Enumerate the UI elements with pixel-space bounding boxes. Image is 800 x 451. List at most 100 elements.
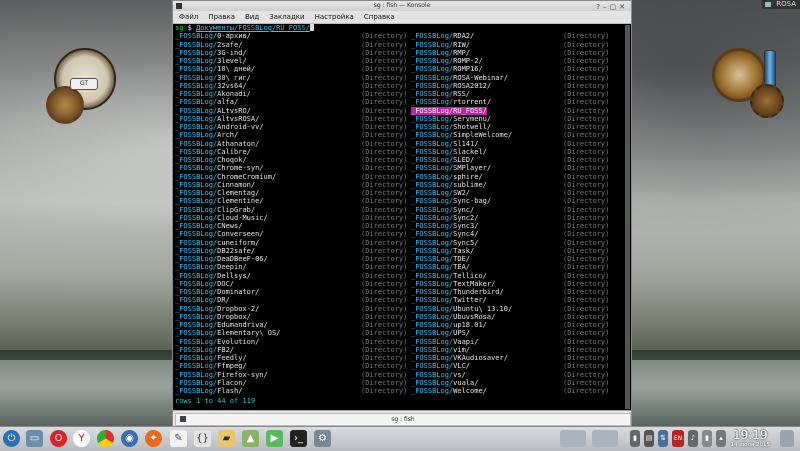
chromium-alt-icon[interactable]: ◉	[121, 430, 138, 447]
directory-entry[interactable]: _FOSSBLog/SimpleWelcome/ (Directory)	[411, 131, 609, 139]
scrollbar-thumb[interactable]	[625, 25, 630, 409]
keyboard-layout-icon[interactable]: EN	[672, 430, 684, 447]
directory-entry[interactable]: _FOSSBLog/UPS/ (Directory)	[411, 329, 609, 337]
directory-entry[interactable]: _FOSSBLog/Sync-bag/ (Directory)	[411, 197, 609, 205]
directory-entry[interactable]: _FOSSBLog/RIW/ (Directory)	[411, 41, 609, 49]
directory-entry[interactable]: _FOSSBLog/rtorrent/ (Directory)	[411, 98, 609, 106]
directory-entry[interactable]: _FOSSBLog/Deepin/ (Directory)	[175, 263, 407, 271]
directory-entry[interactable]: _FOSSBLog/ChromeCromium/ (Directory)	[175, 173, 407, 181]
directory-entry[interactable]: _FOSSBLog/Ffmpeg/ (Directory)	[175, 362, 407, 370]
directory-entry[interactable]: _FOSSBLog/alfa/ (Directory)	[175, 98, 407, 106]
directory-entry[interactable]: _FOSSBLog/Chrome-syn/ (Directory)	[175, 164, 407, 172]
battery-icon[interactable]: ▮	[702, 430, 712, 447]
directory-entry[interactable]: _FOSSBLog/Sync/ (Directory)	[411, 206, 609, 214]
menu-settings[interactable]: Настройка	[310, 11, 359, 23]
directory-entry[interactable]: _FOSSBLog/Welcome/ (Directory)	[411, 387, 609, 395]
directory-entry[interactable]: _FOSSBLog/Evolution/ (Directory)	[175, 338, 407, 346]
directory-entry[interactable]: _FOSSBLog/Elementary\ OS/ (Directory)	[175, 329, 407, 337]
directory-entry[interactable]: _FOSSBLog/SMPlayer/ (Directory)	[411, 164, 609, 172]
directory-entry[interactable]: _FOSSBLog/TDE/ (Directory)	[411, 255, 609, 263]
directory-entry[interactable]: _FOSSBLog/Dellsys/ (Directory)	[175, 272, 407, 280]
directory-entry[interactable]: _FOSSBLog/0-архив/ (Directory)	[175, 32, 407, 40]
directory-entry[interactable]: _FOSSBLog/Feedly/ (Directory)	[175, 354, 407, 362]
directory-entry[interactable]: _FOSSBLog/Flacon/ (Directory)	[175, 379, 407, 387]
directory-entry[interactable]: _FOSSBLog/TextMaker/ (Directory)	[411, 280, 609, 288]
media-icon[interactable]: ▶	[266, 430, 283, 447]
directory-entry[interactable]: _FOSSBLog/2safe/ (Directory)	[175, 41, 407, 49]
update-icon[interactable]: ⇅	[658, 430, 668, 447]
directory-entry[interactable]: _FOSSBLog/Shotwell/ (Directory)	[411, 123, 609, 131]
directory-entry[interactable]: _FOSSBLog/up18.01/ (Directory)	[411, 321, 609, 329]
directory-entry[interactable]: _FOSSBLog/sphire/ (Directory)	[411, 173, 609, 181]
directory-entry[interactable]: _FOSSBLog/Sl141/ (Directory)	[411, 140, 609, 148]
directory-entry[interactable]: _FOSSBLog/ClipGrab/ (Directory)	[175, 206, 407, 214]
menu-bookmarks[interactable]: Закладки	[264, 11, 309, 23]
directory-entry[interactable]: _FOSSBLog/Slackel/ (Directory)	[411, 148, 609, 156]
menu-view[interactable]: Вид	[240, 11, 264, 23]
directory-entry[interactable]: _FOSSBLog/RMP/ (Directory)	[411, 49, 609, 57]
directory-entry[interactable]: _FOSSBLog/Sync5/ (Directory)	[411, 239, 609, 247]
directory-entry[interactable]: _FOSSBLog/CNews/ (Directory)	[175, 222, 407, 230]
terminal-icon[interactable]: ›_	[290, 430, 307, 447]
directory-entry[interactable]: _FOSSBLog/ROMP16/ (Directory)	[411, 65, 609, 73]
directory-entry[interactable]: _FOSSBLog/vuala/ (Directory)	[411, 379, 609, 387]
directory-entry[interactable]: _FOSSBLog/Arch/ (Directory)	[175, 131, 407, 139]
directory-entry[interactable]: _FOSSBLog/ROSA-Webinar/ (Directory)	[411, 74, 609, 82]
network-icon[interactable]: ▤	[644, 430, 654, 447]
directory-entry[interactable]: _FOSSBLog/ROSA2012/ (Directory)	[411, 82, 609, 90]
directory-entry[interactable]: _FOSSBLog/Firefox-syn/ (Directory)	[175, 371, 407, 379]
directory-entry[interactable]: _FOSSBLog/Cloud-Music/ (Directory)	[175, 214, 407, 222]
directory-entry[interactable]: _FOSSBLog/Calibre/ (Directory)	[175, 148, 407, 156]
menu-help[interactable]: Справка	[359, 11, 400, 23]
help-icon[interactable]: ?	[596, 3, 603, 11]
directory-entry[interactable]: _FOSSBLog/Ubuntu\ 13.10/ (Directory)	[411, 305, 609, 313]
directory-entry[interactable]: _FOSSBLog/ROMP-2/ (Directory)	[411, 57, 609, 65]
directory-entry[interactable]: _FOSSBLog/Sync3/ (Directory)	[411, 222, 609, 230]
panel-clock[interactable]: 19:19 14 июля 2015	[730, 428, 770, 449]
directory-entry[interactable]: _FOSSBLog/Tellico/ (Directory)	[411, 272, 609, 280]
directory-entry[interactable]: _FOSSBLog/3level/ (Directory)	[175, 57, 407, 65]
directory-entry[interactable]: _FOSSBLog/TEA/ (Directory)	[411, 263, 609, 271]
steampunk-widget[interactable]	[700, 40, 784, 122]
directory-entry[interactable]: _FOSSBLog/Sync4/ (Directory)	[411, 230, 609, 238]
directory-entry[interactable]: _FOSSBLog/Converseen/ (Directory)	[175, 230, 407, 238]
directory-entry[interactable]: _FOSSBLog/Twitter/ (Directory)	[411, 296, 609, 304]
directory-entry[interactable]: _FOSSBLog/DOC/ (Directory)	[175, 280, 407, 288]
terminal-area[interactable]: sg $ Документы/FOSSBLog/RU_FOSS/ _FOSSBL…	[173, 24, 625, 410]
directory-entry[interactable]: _FOSSBLog/10\ дней/ (Directory)	[175, 65, 407, 73]
directory-entry[interactable]: _FOSSBLog/Dropbox-2/ (Directory)	[175, 305, 407, 313]
directory-entry[interactable]: _FOSSBLog/SLED/ (Directory)	[411, 156, 609, 164]
window-titlebar[interactable]: sg : fish — Konsole ?–▢✕	[173, 1, 631, 11]
directory-entry[interactable]: _FOSSBLog/Flash/ (Directory)	[175, 387, 407, 395]
menu-file[interactable]: Файл	[173, 11, 203, 23]
directory-entry[interactable]: _FOSSBLog/Sync2/ (Directory)	[411, 214, 609, 222]
clipboard-icon[interactable]: ▮	[630, 430, 640, 447]
directory-entry[interactable]: _FOSSBLog/30\ гиг/ (Directory)	[175, 74, 407, 82]
settings-icon[interactable]: ⚙	[314, 430, 331, 447]
directory-entry[interactable]: _FOSSBLog/DeaDBeeF-06/ (Directory)	[175, 255, 407, 263]
folder-icon[interactable]: ▰	[218, 430, 235, 447]
directory-entry[interactable]: _FOSSBLog/vim/ (Directory)	[411, 346, 609, 354]
tab-sg-fish[interactable]: sg : fish	[175, 413, 631, 426]
show-desktop-button[interactable]	[780, 430, 794, 447]
directory-entry[interactable]: _FOSSBLog/RSS/ (Directory)	[411, 90, 609, 98]
directory-entry[interactable]: _FOSSBLog/Dropbox/ (Directory)	[175, 313, 407, 321]
yandex-icon[interactable]: Y	[73, 430, 90, 447]
terminal-scrollbar[interactable]	[625, 25, 630, 409]
directory-entry[interactable]: _FOSSBLog/UbuvsRosa/ (Directory)	[411, 313, 609, 321]
directory-entry[interactable]: _FOSSBLog/ALtvsRO/ (Directory)	[175, 107, 407, 115]
image-icon[interactable]: ▲	[242, 430, 259, 447]
directory-entry[interactable]: _FOSSBLog/vs/ (Directory)	[411, 371, 609, 379]
directory-entry[interactable]: _FOSSBLog/Servmenu/ (Directory)	[411, 115, 609, 123]
rosa-launcher[interactable]: ROSA	[762, 0, 800, 9]
directory-entry[interactable]: _FOSSBLog/Dominator/ (Directory)	[175, 288, 407, 296]
directory-entry[interactable]: _FOSSBLog/VLC/ (Directory)	[411, 362, 609, 370]
directory-entry[interactable]: _FOSSBLog/Thunderbird/ (Directory)	[411, 288, 609, 296]
directory-entry[interactable]: _FOSSBLog/Vaapi/ (Directory)	[411, 338, 609, 346]
directory-entry[interactable]: _FOSSBLog/DB22safe/ (Directory)	[175, 247, 407, 255]
volume-icon[interactable]: ♪	[688, 430, 698, 447]
tray-arrow-icon[interactable]: ▴	[716, 430, 726, 447]
directory-entry[interactable]: _FOSSBLog/DR/ (Directory)	[175, 296, 407, 304]
directory-entry[interactable]: _FOSSBLog/Clementine/ (Directory)	[175, 197, 407, 205]
maximize-icon[interactable]: ▢	[610, 3, 620, 11]
